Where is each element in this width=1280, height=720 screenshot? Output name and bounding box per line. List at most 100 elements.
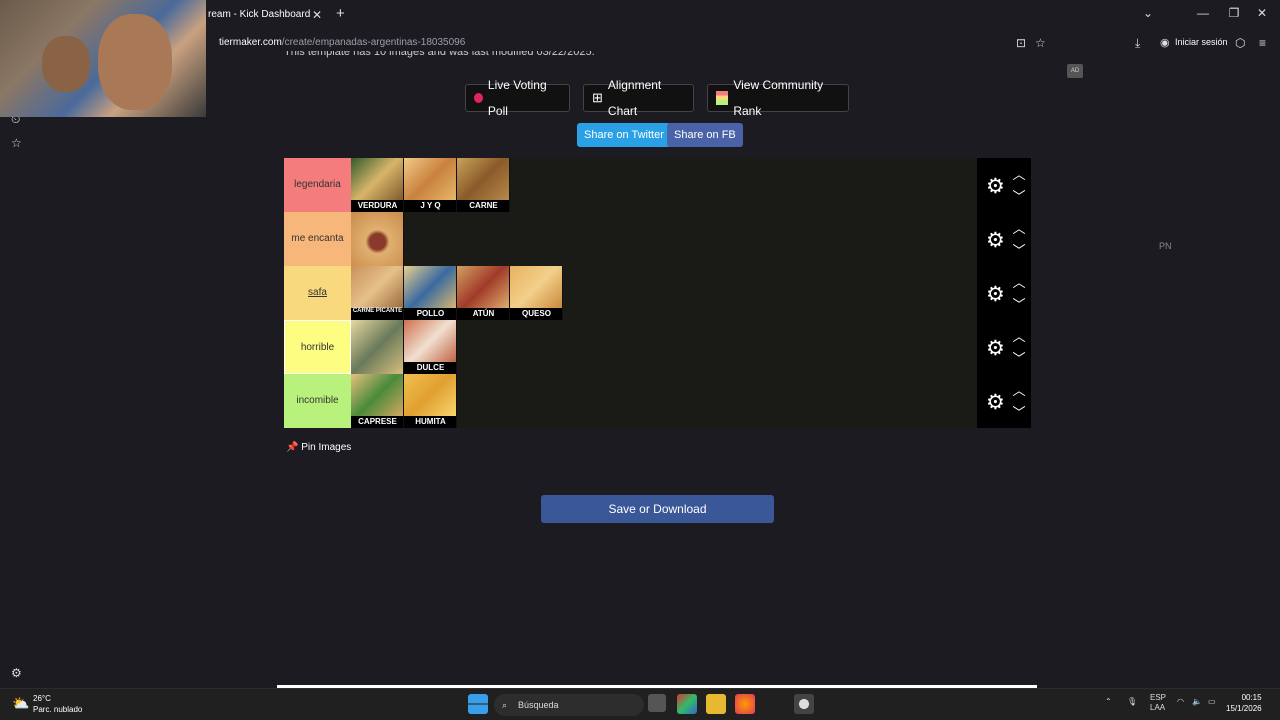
plus-icon[interactable]: + [336, 5, 345, 22]
gear-icon[interactable]: ⚙ [986, 390, 1005, 415]
chevron-down-icon[interactable]: ﹀ [1012, 186, 1026, 205]
chevron-up-tray-icon[interactable]: ⌃ [1105, 697, 1112, 706]
weather-widget[interactable]: 26°C Parc. nublado [33, 693, 82, 715]
weather-icon[interactable]: ⛅ [12, 695, 29, 712]
empanada-card[interactable]: QUESO [510, 266, 563, 320]
volume-icon[interactable]: 🔈 [1192, 697, 1202, 706]
tier-items: DULCE [351, 320, 977, 374]
save-download-button[interactable]: Save or Download [541, 495, 774, 523]
view-community-rank-button[interactable]: View Community Rank [707, 78, 849, 118]
tier-label[interactable]: me encanta [284, 212, 351, 266]
chevron-down-icon[interactable]: ﹀ [1012, 240, 1026, 259]
empanada-card[interactable]: CARNE [457, 158, 510, 212]
empanada-card[interactable] [351, 320, 404, 374]
folder-icon[interactable] [706, 694, 726, 714]
chevron-down-icon[interactable]: ﹀ [1012, 402, 1026, 421]
minimize-icon[interactable]: — [1193, 6, 1213, 20]
tier-items: VERDURA J Y Q CARNE [351, 158, 977, 212]
tier-label[interactable]: incomible [284, 374, 351, 428]
mic-icon[interactable]: 🎙 [1127, 697, 1137, 706]
empanada-card[interactable]: CARNE PICANTE [351, 266, 404, 320]
chevron-down-icon[interactable]: ﹀ [1012, 294, 1026, 313]
gear-icon[interactable]: ⚙ [986, 336, 1005, 361]
url-text[interactable]: tiermaker.com/create/empanadas-argentina… [219, 37, 465, 48]
wifi-icon[interactable]: ◠ [1177, 697, 1184, 706]
clock[interactable]: 00:15 15/1/2026 [1226, 692, 1262, 714]
bookmark-star-icon[interactable]: ☆ [11, 136, 22, 150]
taskbar-search[interactable]: ⌕ Búsqueda [494, 694, 644, 716]
webcam-overlay [0, 0, 206, 117]
copilot-icon[interactable] [677, 694, 697, 714]
close-window-icon[interactable]: ✕ [1252, 6, 1272, 20]
webcam-person-back [42, 36, 90, 92]
lang-top: ESP [1150, 693, 1167, 702]
empanada-card[interactable]: ATÚN [457, 266, 510, 320]
extensions-icon[interactable]: ⬡ [1235, 36, 1245, 50]
card-caption: ATÚN [457, 308, 509, 320]
tier-items [351, 212, 977, 266]
firefox-icon[interactable] [735, 694, 755, 714]
tier-row-incomible: incomible CAPRESE HUMITA ⚙ ︿ ﹀ [284, 374, 1031, 428]
login-button[interactable]: Iniciar sesión [1175, 37, 1228, 47]
obs-icon[interactable] [794, 694, 814, 714]
empanada-card[interactable]: CAPRESE [351, 374, 404, 428]
chevron-down-icon[interactable]: ⌄ [1138, 6, 1158, 20]
tier-list: legendaria VERDURA J Y Q CARNE ⚙ ︿ ﹀ me … [284, 158, 1031, 428]
clock-time: 00:15 [1241, 693, 1262, 702]
tier-label[interactable]: safa [284, 266, 351, 320]
tier-row-me-encanta: me encanta ⚙ ︿ ﹀ [284, 212, 1031, 266]
restore-icon[interactable]: ❐ [1224, 6, 1244, 20]
account-icon[interactable]: ◉ [1160, 36, 1170, 49]
star-icon[interactable]: ☆ [1035, 36, 1046, 50]
tier-label[interactable]: legendaria [284, 158, 351, 212]
card-caption: CAPRESE [351, 416, 403, 428]
alignment-chart-button[interactable]: ⊞ Alignment Chart [583, 78, 694, 118]
language-indicator[interactable]: ESP LAA [1150, 693, 1166, 713]
chevron-up-icon[interactable]: ︿ [1012, 272, 1026, 291]
menu-icon[interactable]: ≡ [1259, 36, 1266, 50]
chevron-up-icon[interactable]: ︿ [1012, 218, 1026, 237]
empanada-card[interactable]: VERDURA [351, 158, 404, 212]
side-text: PN [1159, 241, 1172, 251]
share-fb-button[interactable]: Share on FB [667, 123, 743, 147]
live-voting-poll-button[interactable]: Live Voting Poll [465, 78, 570, 118]
tier-row-legendaria: legendaria VERDURA J Y Q CARNE ⚙ ︿ ﹀ [284, 158, 1031, 212]
gear-icon[interactable]: ⚙ [986, 174, 1005, 199]
share-twitter-button[interactable]: Share on Twitter [577, 123, 671, 147]
battery-icon[interactable]: ▭ [1208, 697, 1216, 706]
card-caption: HUMITA [404, 416, 456, 428]
empanada-card[interactable]: J Y Q [404, 158, 457, 212]
tier-items: CAPRESE HUMITA [351, 374, 977, 428]
gear-icon[interactable]: ⚙ [986, 282, 1005, 307]
search-label: Búsqueda [518, 700, 559, 710]
browser-tab[interactable]: ream - Kick Dashboard [200, 4, 330, 26]
chevron-up-icon[interactable]: ︿ [1012, 326, 1026, 345]
windows-icon[interactable] [468, 694, 488, 714]
empanada-card[interactable]: DULCE [404, 320, 457, 374]
pin-icon: 📌 [286, 442, 299, 453]
close-icon[interactable]: ✕ [312, 8, 322, 22]
settings-gear-icon[interactable]: ⚙ [11, 666, 22, 680]
clock-date: 15/1/2026 [1226, 704, 1262, 713]
pin-images-toggle[interactable]: 📌 Pin Images [286, 442, 351, 453]
empanada-card[interactable]: POLLO [404, 266, 457, 320]
tier-row-safa: safa CARNE PICANTE POLLO ATÚN QUESO ⚙ ︿ … [284, 266, 1031, 320]
chevron-up-icon[interactable]: ︿ [1012, 380, 1026, 399]
gear-icon[interactable]: ⚙ [986, 228, 1005, 253]
browser-sidebar: ⏲ ☆ ⚙ [0, 56, 34, 686]
community-label: View Community Rank [733, 78, 824, 118]
chevron-up-icon[interactable]: ︿ [1012, 164, 1026, 183]
empanada-card[interactable] [351, 212, 404, 266]
template-info: This template has 10 images and was last… [284, 51, 595, 58]
reader-icon[interactable]: ⊡ [1016, 36, 1026, 50]
task-view-icon[interactable] [648, 694, 666, 712]
empanada-card[interactable]: HUMITA [404, 374, 457, 428]
tier-icon [716, 91, 729, 105]
download-icon[interactable]: ⤓ [1135, 36, 1140, 51]
tier-label-editing[interactable]: horrible [284, 320, 351, 374]
url-path: /create/empanadas-argentinas-18035096 [281, 37, 466, 48]
card-caption: POLLO [404, 308, 456, 320]
search-icon: ⌕ [502, 700, 508, 710]
chevron-down-icon[interactable]: ﹀ [1012, 348, 1026, 367]
card-caption: CARNE [457, 200, 509, 212]
